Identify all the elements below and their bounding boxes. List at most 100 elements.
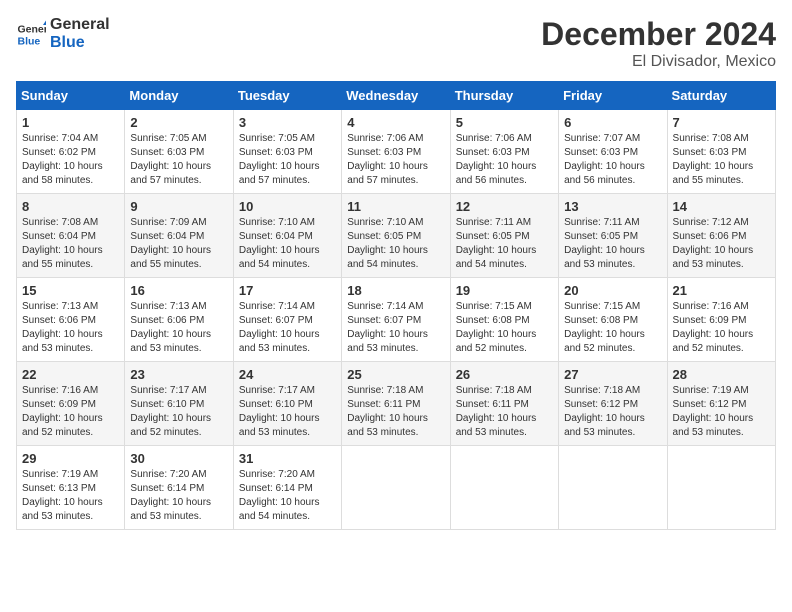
- svg-text:Blue: Blue: [18, 36, 41, 48]
- calendar-cell: [559, 446, 667, 530]
- day-info: Sunrise: 7:17 AMSunset: 6:10 PMDaylight:…: [239, 384, 336, 440]
- calendar-cell: 27 Sunrise: 7:18 AMSunset: 6:12 PMDaylig…: [559, 362, 667, 446]
- calendar-cell: 13 Sunrise: 7:11 AMSunset: 6:05 PMDaylig…: [559, 194, 667, 278]
- calendar-cell: 16 Sunrise: 7:13 AMSunset: 6:06 PMDaylig…: [125, 278, 233, 362]
- day-info: Sunrise: 7:19 AMSunset: 6:12 PMDaylight:…: [673, 384, 770, 440]
- calendar-cell: 12 Sunrise: 7:11 AMSunset: 6:05 PMDaylig…: [450, 194, 558, 278]
- day-info: Sunrise: 7:15 AMSunset: 6:08 PMDaylight:…: [456, 300, 553, 356]
- calendar-cell: 3 Sunrise: 7:05 AMSunset: 6:03 PMDayligh…: [233, 110, 341, 194]
- day-info: Sunrise: 7:12 AMSunset: 6:06 PMDaylight:…: [673, 216, 770, 272]
- day-number: 21: [673, 283, 770, 298]
- calendar-cell: 29 Sunrise: 7:19 AMSunset: 6:13 PMDaylig…: [17, 446, 125, 530]
- calendar-week-row: 15 Sunrise: 7:13 AMSunset: 6:06 PMDaylig…: [17, 278, 776, 362]
- calendar-cell: 18 Sunrise: 7:14 AMSunset: 6:07 PMDaylig…: [342, 278, 450, 362]
- day-number: 12: [456, 199, 553, 214]
- day-info: Sunrise: 7:10 AMSunset: 6:05 PMDaylight:…: [347, 216, 444, 272]
- day-number: 7: [673, 115, 770, 130]
- calendar-cell: [667, 446, 775, 530]
- day-info: Sunrise: 7:11 AMSunset: 6:05 PMDaylight:…: [456, 216, 553, 272]
- day-info: Sunrise: 7:08 AMSunset: 6:04 PMDaylight:…: [22, 216, 119, 272]
- day-info: Sunrise: 7:07 AMSunset: 6:03 PMDaylight:…: [564, 132, 661, 188]
- day-number: 10: [239, 199, 336, 214]
- day-info: Sunrise: 7:17 AMSunset: 6:10 PMDaylight:…: [130, 384, 227, 440]
- day-number: 11: [347, 199, 444, 214]
- col-header-monday: Monday: [125, 82, 233, 110]
- day-number: 4: [347, 115, 444, 130]
- day-info: Sunrise: 7:06 AMSunset: 6:03 PMDaylight:…: [456, 132, 553, 188]
- calendar-cell: 9 Sunrise: 7:09 AMSunset: 6:04 PMDayligh…: [125, 194, 233, 278]
- day-number: 27: [564, 367, 661, 382]
- day-info: Sunrise: 7:18 AMSunset: 6:12 PMDaylight:…: [564, 384, 661, 440]
- day-number: 15: [22, 283, 119, 298]
- calendar-cell: 28 Sunrise: 7:19 AMSunset: 6:12 PMDaylig…: [667, 362, 775, 446]
- day-info: Sunrise: 7:18 AMSunset: 6:11 PMDaylight:…: [456, 384, 553, 440]
- day-info: Sunrise: 7:14 AMSunset: 6:07 PMDaylight:…: [347, 300, 444, 356]
- calendar-cell: [450, 446, 558, 530]
- calendar-cell: 2 Sunrise: 7:05 AMSunset: 6:03 PMDayligh…: [125, 110, 233, 194]
- calendar-cell: 14 Sunrise: 7:12 AMSunset: 6:06 PMDaylig…: [667, 194, 775, 278]
- calendar-cell: 5 Sunrise: 7:06 AMSunset: 6:03 PMDayligh…: [450, 110, 558, 194]
- location-title: El Divisador, Mexico: [541, 53, 776, 71]
- calendar-cell: 7 Sunrise: 7:08 AMSunset: 6:03 PMDayligh…: [667, 110, 775, 194]
- calendar-cell: 25 Sunrise: 7:18 AMSunset: 6:11 PMDaylig…: [342, 362, 450, 446]
- calendar-cell: 30 Sunrise: 7:20 AMSunset: 6:14 PMDaylig…: [125, 446, 233, 530]
- day-info: Sunrise: 7:05 AMSunset: 6:03 PMDaylight:…: [239, 132, 336, 188]
- calendar-week-row: 29 Sunrise: 7:19 AMSunset: 6:13 PMDaylig…: [17, 446, 776, 530]
- day-number: 3: [239, 115, 336, 130]
- day-number: 17: [239, 283, 336, 298]
- col-header-tuesday: Tuesday: [233, 82, 341, 110]
- day-info: Sunrise: 7:14 AMSunset: 6:07 PMDaylight:…: [239, 300, 336, 356]
- day-info: Sunrise: 7:13 AMSunset: 6:06 PMDaylight:…: [22, 300, 119, 356]
- calendar-table: SundayMondayTuesdayWednesdayThursdayFrid…: [16, 81, 776, 530]
- day-info: Sunrise: 7:11 AMSunset: 6:05 PMDaylight:…: [564, 216, 661, 272]
- day-number: 9: [130, 199, 227, 214]
- calendar-cell: [342, 446, 450, 530]
- calendar-cell: 24 Sunrise: 7:17 AMSunset: 6:10 PMDaylig…: [233, 362, 341, 446]
- day-info: Sunrise: 7:16 AMSunset: 6:09 PMDaylight:…: [673, 300, 770, 356]
- col-header-wednesday: Wednesday: [342, 82, 450, 110]
- day-info: Sunrise: 7:10 AMSunset: 6:04 PMDaylight:…: [239, 216, 336, 272]
- calendar-cell: 19 Sunrise: 7:15 AMSunset: 6:08 PMDaylig…: [450, 278, 558, 362]
- day-number: 18: [347, 283, 444, 298]
- calendar-cell: 22 Sunrise: 7:16 AMSunset: 6:09 PMDaylig…: [17, 362, 125, 446]
- calendar-cell: 6 Sunrise: 7:07 AMSunset: 6:03 PMDayligh…: [559, 110, 667, 194]
- day-info: Sunrise: 7:20 AMSunset: 6:14 PMDaylight:…: [130, 468, 227, 524]
- day-number: 22: [22, 367, 119, 382]
- calendar-cell: 31 Sunrise: 7:20 AMSunset: 6:14 PMDaylig…: [233, 446, 341, 530]
- col-header-thursday: Thursday: [450, 82, 558, 110]
- day-number: 25: [347, 367, 444, 382]
- logo-general-text: General: [50, 16, 110, 34]
- day-number: 24: [239, 367, 336, 382]
- calendar-header-row: SundayMondayTuesdayWednesdayThursdayFrid…: [17, 82, 776, 110]
- title-block: December 2024 El Divisador, Mexico: [541, 16, 776, 71]
- calendar-cell: 10 Sunrise: 7:10 AMSunset: 6:04 PMDaylig…: [233, 194, 341, 278]
- day-info: Sunrise: 7:06 AMSunset: 6:03 PMDaylight:…: [347, 132, 444, 188]
- logo-blue-text: Blue: [50, 34, 110, 52]
- day-info: Sunrise: 7:16 AMSunset: 6:09 PMDaylight:…: [22, 384, 119, 440]
- calendar-week-row: 8 Sunrise: 7:08 AMSunset: 6:04 PMDayligh…: [17, 194, 776, 278]
- logo-icon: General Blue: [16, 19, 46, 49]
- day-info: Sunrise: 7:18 AMSunset: 6:11 PMDaylight:…: [347, 384, 444, 440]
- calendar-cell: 1 Sunrise: 7:04 AMSunset: 6:02 PMDayligh…: [17, 110, 125, 194]
- logo: General Blue General Blue: [16, 16, 110, 52]
- day-number: 5: [456, 115, 553, 130]
- day-number: 26: [456, 367, 553, 382]
- col-header-saturday: Saturday: [667, 82, 775, 110]
- day-info: Sunrise: 7:05 AMSunset: 6:03 PMDaylight:…: [130, 132, 227, 188]
- day-number: 30: [130, 451, 227, 466]
- calendar-week-row: 1 Sunrise: 7:04 AMSunset: 6:02 PMDayligh…: [17, 110, 776, 194]
- calendar-cell: 23 Sunrise: 7:17 AMSunset: 6:10 PMDaylig…: [125, 362, 233, 446]
- day-info: Sunrise: 7:13 AMSunset: 6:06 PMDaylight:…: [130, 300, 227, 356]
- day-info: Sunrise: 7:20 AMSunset: 6:14 PMDaylight:…: [239, 468, 336, 524]
- calendar-cell: 4 Sunrise: 7:06 AMSunset: 6:03 PMDayligh…: [342, 110, 450, 194]
- day-number: 23: [130, 367, 227, 382]
- calendar-cell: 15 Sunrise: 7:13 AMSunset: 6:06 PMDaylig…: [17, 278, 125, 362]
- col-header-friday: Friday: [559, 82, 667, 110]
- day-number: 16: [130, 283, 227, 298]
- day-number: 19: [456, 283, 553, 298]
- calendar-cell: 26 Sunrise: 7:18 AMSunset: 6:11 PMDaylig…: [450, 362, 558, 446]
- calendar-week-row: 22 Sunrise: 7:16 AMSunset: 6:09 PMDaylig…: [17, 362, 776, 446]
- calendar-cell: 20 Sunrise: 7:15 AMSunset: 6:08 PMDaylig…: [559, 278, 667, 362]
- day-info: Sunrise: 7:08 AMSunset: 6:03 PMDaylight:…: [673, 132, 770, 188]
- calendar-cell: 8 Sunrise: 7:08 AMSunset: 6:04 PMDayligh…: [17, 194, 125, 278]
